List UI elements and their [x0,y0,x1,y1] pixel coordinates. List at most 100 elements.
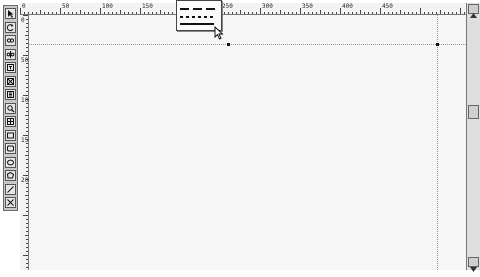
zoom-icon [7,104,15,112]
ruler-tick [132,12,133,14]
ruler-label: 450 [382,3,393,10]
ruler-tick [112,12,113,14]
ruler-tick [26,119,28,120]
polygon-icon [6,171,15,179]
ruler-tick [316,12,317,14]
ruler-tick [26,207,28,208]
ruler-tick [300,8,301,14]
line-option-dashed[interactable] [180,5,218,13]
ruler-tick [26,227,28,228]
ruler-tick [68,12,69,14]
ruler-tick [420,8,421,14]
ruler-tick [26,187,28,188]
tool-link-button[interactable] [5,35,16,46]
vertical-scrollbar[interactable] [466,3,480,272]
ruler-tick [32,12,33,14]
ruler-tick [23,175,28,176]
tool-oval-button[interactable] [5,156,16,168]
ruler-tick [376,12,377,14]
tool-rounded-rectangle-button[interactable] [5,143,16,154]
arrow-pointer-icon [8,10,14,18]
ruler-tick [25,75,28,76]
ruler-tick [44,12,45,14]
ruler-tick [100,8,101,14]
ruler-tick [156,12,157,14]
ruler-tick [228,12,229,14]
ruler-tick [25,115,28,116]
document-page[interactable] [29,15,466,270]
tool-line-button[interactable] [5,183,16,195]
tool-content-button[interactable] [5,89,16,100]
tool-grid-button[interactable] [5,116,16,127]
ruler-tick [56,12,57,14]
ruler-tick [88,12,89,14]
ruler-tick [372,12,373,14]
ruler-tick [26,211,28,212]
ruler-tick [356,12,357,14]
scroll-down-arrow-icon[interactable] [468,257,479,272]
tool-orthogonal-line-button[interactable] [5,197,16,208]
content-icon [7,91,14,98]
ruler-label: 350 [302,3,313,10]
ruler-tick [160,10,161,14]
ruler-tick [280,10,281,14]
ruler-tick [104,12,105,14]
link-icon [6,38,15,43]
ruler-tick [124,12,125,14]
rectangle-icon [7,132,14,138]
ruler-tick [26,263,28,264]
ruler-tick [26,231,28,232]
scroll-up-arrow-icon[interactable] [468,4,479,18]
ruler-tick [260,8,261,14]
ruler-tick [25,235,28,236]
ruler-tick [152,12,153,14]
ruler-label: 250 [222,3,233,10]
ruler-tick [26,31,28,32]
tool-arrow-pointer-button[interactable] [5,8,16,19]
unlink-icon [6,50,15,58]
tool-rotate-button[interactable] [5,21,16,33]
ruler-tick [26,151,28,152]
ruler-tick [380,8,381,14]
line-option-dotted[interactable] [180,14,218,20]
ruler-tick [244,12,245,14]
ruler-tick [148,12,149,14]
tool-polygon-button[interactable] [5,170,16,181]
orthogonal-line-icon [7,199,14,206]
ruler-tick [26,71,28,72]
ruler-tick [76,12,77,14]
ruler-tick [25,35,28,36]
grid-icon [7,118,14,125]
rotate-icon [6,23,14,31]
line-option-solid[interactable] [180,21,218,27]
tool-zoom-button[interactable] [5,102,16,114]
ruler-tick [332,12,333,14]
ruler-tick [40,10,41,14]
ruler-tick [26,243,28,244]
ruler-tick [424,12,425,14]
oval-icon [7,159,14,165]
tool-text-box-button[interactable] [5,62,16,73]
ruler-tick [26,203,28,204]
tool-unlink-button[interactable] [5,48,16,60]
ruler-tick [128,12,129,14]
ruler-tick [26,167,28,168]
ruler-tick [144,12,145,14]
ruler-tick [26,107,28,108]
ruler-tick [268,12,269,14]
ruler-tick [352,12,353,14]
ruler-tick [428,12,429,14]
selection-handle[interactable] [227,43,230,46]
ruler-tick [26,87,28,88]
ruler-tick [136,12,137,14]
scroll-thumb[interactable] [468,105,479,119]
ruler-tick [80,10,81,14]
ruler-tick [168,12,169,14]
ruler-tick [344,12,345,14]
ruler-tick [256,12,257,14]
selection-handle[interactable] [436,43,439,46]
ruler-label: 150 [142,3,153,10]
ruler-tick [340,8,341,14]
tool-picture-box-button[interactable] [5,75,16,87]
tool-rectangle-button[interactable] [5,129,16,141]
